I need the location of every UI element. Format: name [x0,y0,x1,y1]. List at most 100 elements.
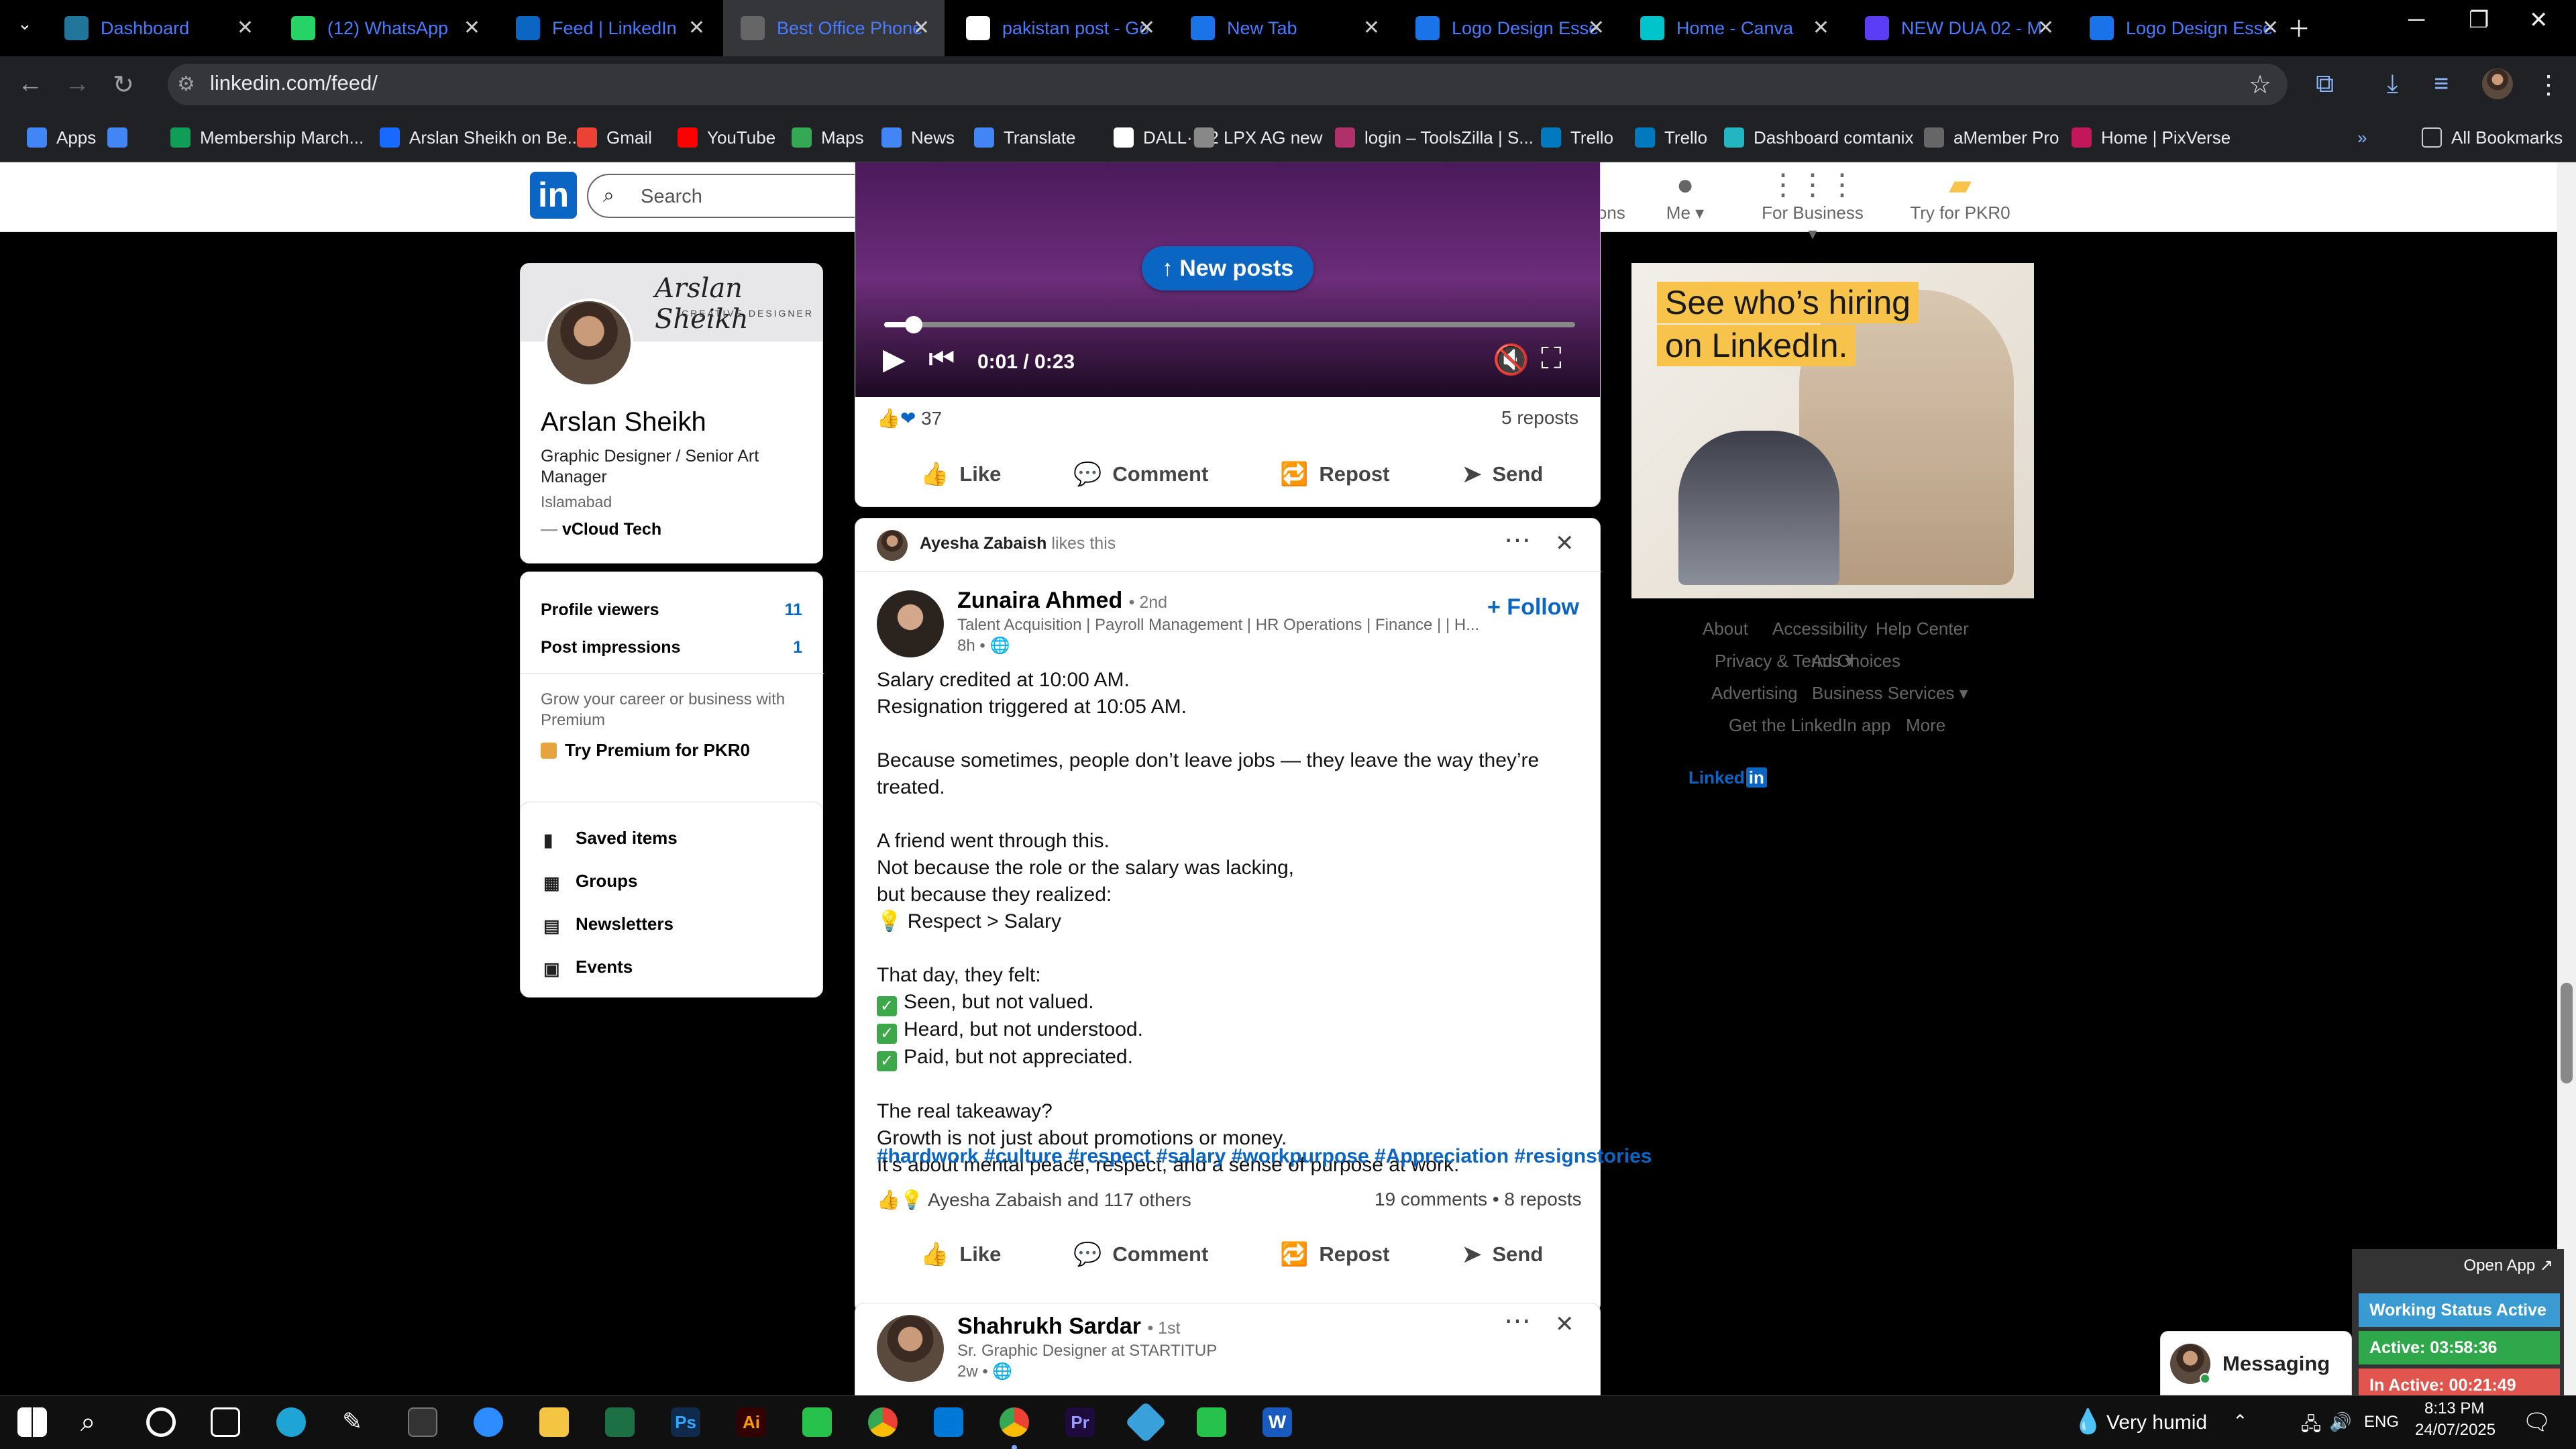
chrome-active-icon[interactable] [1000,1407,1029,1437]
try-premium-link[interactable]: Try Premium for PKR0 [541,740,750,761]
bookmark-item[interactable]: Apps [27,113,96,162]
pen-tool-app-icon[interactable] [802,1407,832,1437]
post-reactions[interactable]: 👍💡 Ayesha Zabaish and 117 others [877,1189,1191,1211]
bookmark-item[interactable] [107,113,137,162]
browser-tab[interactable]: NEW DUA 02 - M ✕ [1847,0,2069,56]
bookmark-item[interactable]: Trello [1541,113,1613,162]
pen-tool-app-icon[interactable] [1197,1407,1226,1437]
pen-icon[interactable]: ✎ [342,1407,372,1437]
download-icon[interactable]: ⤓ [2387,70,2398,99]
footer-link[interactable]: Advertising [1711,683,1798,704]
bookmark-item[interactable]: YouTube [678,113,775,162]
follow-button[interactable]: + Follow [1487,594,1579,621]
bookmark-item[interactable]: Dashboard comtanix [1724,113,1913,162]
chrome-menu-icon[interactable]: ⋮ [2536,70,2561,100]
tab-close-icon[interactable]: ✕ [1813,16,1829,40]
language-indicator[interactable]: ENG [2364,1413,2399,1432]
volume-icon[interactable]: 🔊 [2329,1411,2352,1433]
weather-text[interactable]: Very humid [2106,1411,2207,1434]
open-app-button[interactable]: Open App ↗ [2359,1249,2560,1283]
footer-link[interactable]: Help Center [1876,619,1969,639]
tab-close-icon[interactable]: ✕ [2037,16,2054,40]
back-button[interactable]: ← [17,70,43,99]
bookmark-item[interactable]: Maps [792,113,864,162]
tab-search-icon[interactable]: ⌄ [17,13,32,34]
bookmark-star-icon[interactable]: ☆ [2249,70,2271,100]
media-control-icon[interactable]: ≡ [2434,70,2449,99]
url-text[interactable]: linkedin.com/feed/ [210,71,378,95]
tab-close-icon[interactable]: ✕ [237,16,254,40]
footer-link[interactable]: Business Services ▾ [1812,683,1968,704]
comment-button[interactable]: 💬 Comment [1073,1241,1208,1268]
post-stats[interactable]: 19 comments • 8 reposts [1375,1189,1582,1210]
post-close-icon[interactable]: ✕ [1555,1311,1574,1338]
footer-link[interactable]: More [1906,715,1945,736]
footer-link[interactable]: Ad Choices [1811,651,1900,672]
bookmark-item[interactable]: LPX AG new [1194,113,1322,162]
forward-button[interactable]: → [64,70,90,99]
browser-tab[interactable]: Logo Design Esse ✕ [1398,0,1619,56]
nav-grid[interactable]: ⋮⋮⋮ For Business ▾ [1756,168,1870,244]
post-more-icon[interactable]: ⋯ [1504,525,1531,555]
author-avatar[interactable] [877,1315,944,1382]
new-tab-button[interactable]: ＋ [2288,11,2310,44]
tab-close-icon[interactable]: ✕ [1588,16,1605,40]
file-explorer-icon[interactable] [539,1407,569,1437]
nav-premium[interactable]: ▰ Try for PKR0 [1903,168,2017,223]
send-button[interactable]: ➤ Send [1462,1241,1543,1268]
photoshop-icon[interactable]: Ps [671,1407,700,1437]
search-input[interactable]: Search [641,186,702,208]
browser-tab[interactable]: pakistan post - Go ✕ [949,0,1170,56]
weather-icon[interactable]: 💧 [2073,1407,2103,1436]
context-name[interactable]: Ayesha Zabaish [920,534,1046,553]
edge-icon[interactable] [276,1407,306,1437]
like-button[interactable]: 👍 Like [920,1241,1001,1268]
tab-close-icon[interactable]: ✕ [1138,16,1155,40]
author-name[interactable]: Zunaira Ahmed [957,588,1122,613]
newsletters-link[interactable]: ▤ Newsletters [543,914,674,936]
bookmark-item[interactable]: News [881,113,955,162]
mute-icon[interactable]: 🔇 [1493,342,1529,377]
bookmark-item[interactable]: Arslan Sheikh on Be... [380,113,582,162]
nav-avatar[interactable]: ● Me ▾ [1628,168,1742,223]
context-avatar[interactable] [877,530,908,561]
saved-items-link[interactable]: ▮ Saved items [543,828,678,850]
bookmarks-overflow-icon[interactable]: » [2357,113,2367,162]
tab-close-icon[interactable]: ✕ [464,16,480,40]
tab-close-icon[interactable]: ✕ [2262,16,2279,40]
extension-icon[interactable]: ⧉ [2316,70,2334,99]
chrome-icon[interactable] [868,1407,898,1437]
site-info-icon[interactable]: ⚙ [177,72,195,96]
clock-date[interactable]: 24/07/2025 [2415,1421,2496,1440]
close-window-button[interactable]: ✕ [2529,7,2548,34]
browser-tab[interactable]: Dashboard ✕ [47,0,268,56]
cortana-icon[interactable] [146,1407,176,1437]
notification-icon[interactable]: 🗨 [2522,1409,2551,1436]
repost-count[interactable]: 5 reposts [1501,407,1578,429]
footer-link[interactable]: About [1703,619,1748,639]
profile-name[interactable]: Arslan Sheikh [541,407,706,437]
author-name[interactable]: Shahrukh Sardar [957,1313,1141,1339]
fullscreen-icon[interactable]: ⛶ [1541,342,1562,376]
vscode-icon[interactable] [934,1407,963,1437]
clock-time[interactable]: 8:13 PM [2424,1399,2484,1418]
tab-close-icon[interactable]: ✕ [913,16,930,40]
word-icon[interactable]: W [1263,1407,1292,1437]
comment-button[interactable]: 💬 Comment [1073,461,1208,488]
zoom-icon[interactable] [474,1407,503,1437]
like-button[interactable]: 👍 Like [920,461,1001,488]
browser-tab[interactable]: Home - Canva ✕ [1623,0,1844,56]
all-bookmarks-button[interactable]: All Bookmarks [2422,113,2563,162]
scrollbar-thumb[interactable] [2561,983,2573,1083]
network-icon[interactable]: 🖧 [2301,1411,2321,1442]
terminal-icon[interactable] [408,1407,437,1437]
bookmark-item[interactable]: Translate [974,113,1075,162]
footer-link[interactable]: Get the LinkedIn app [1729,715,1890,736]
minimize-button[interactable]: ─ [2408,7,2424,33]
browser-tab[interactable]: Logo Design Esse ✕ [2072,0,2294,56]
illustrator-icon[interactable]: Ai [737,1407,766,1437]
repost-button[interactable]: 🔁 Repost [1280,461,1389,488]
browser-tab[interactable]: New Tab ✕ [1173,0,1395,56]
browser-tab[interactable]: (12) WhatsApp ✕ [274,0,495,56]
address-bar[interactable] [168,64,2288,105]
